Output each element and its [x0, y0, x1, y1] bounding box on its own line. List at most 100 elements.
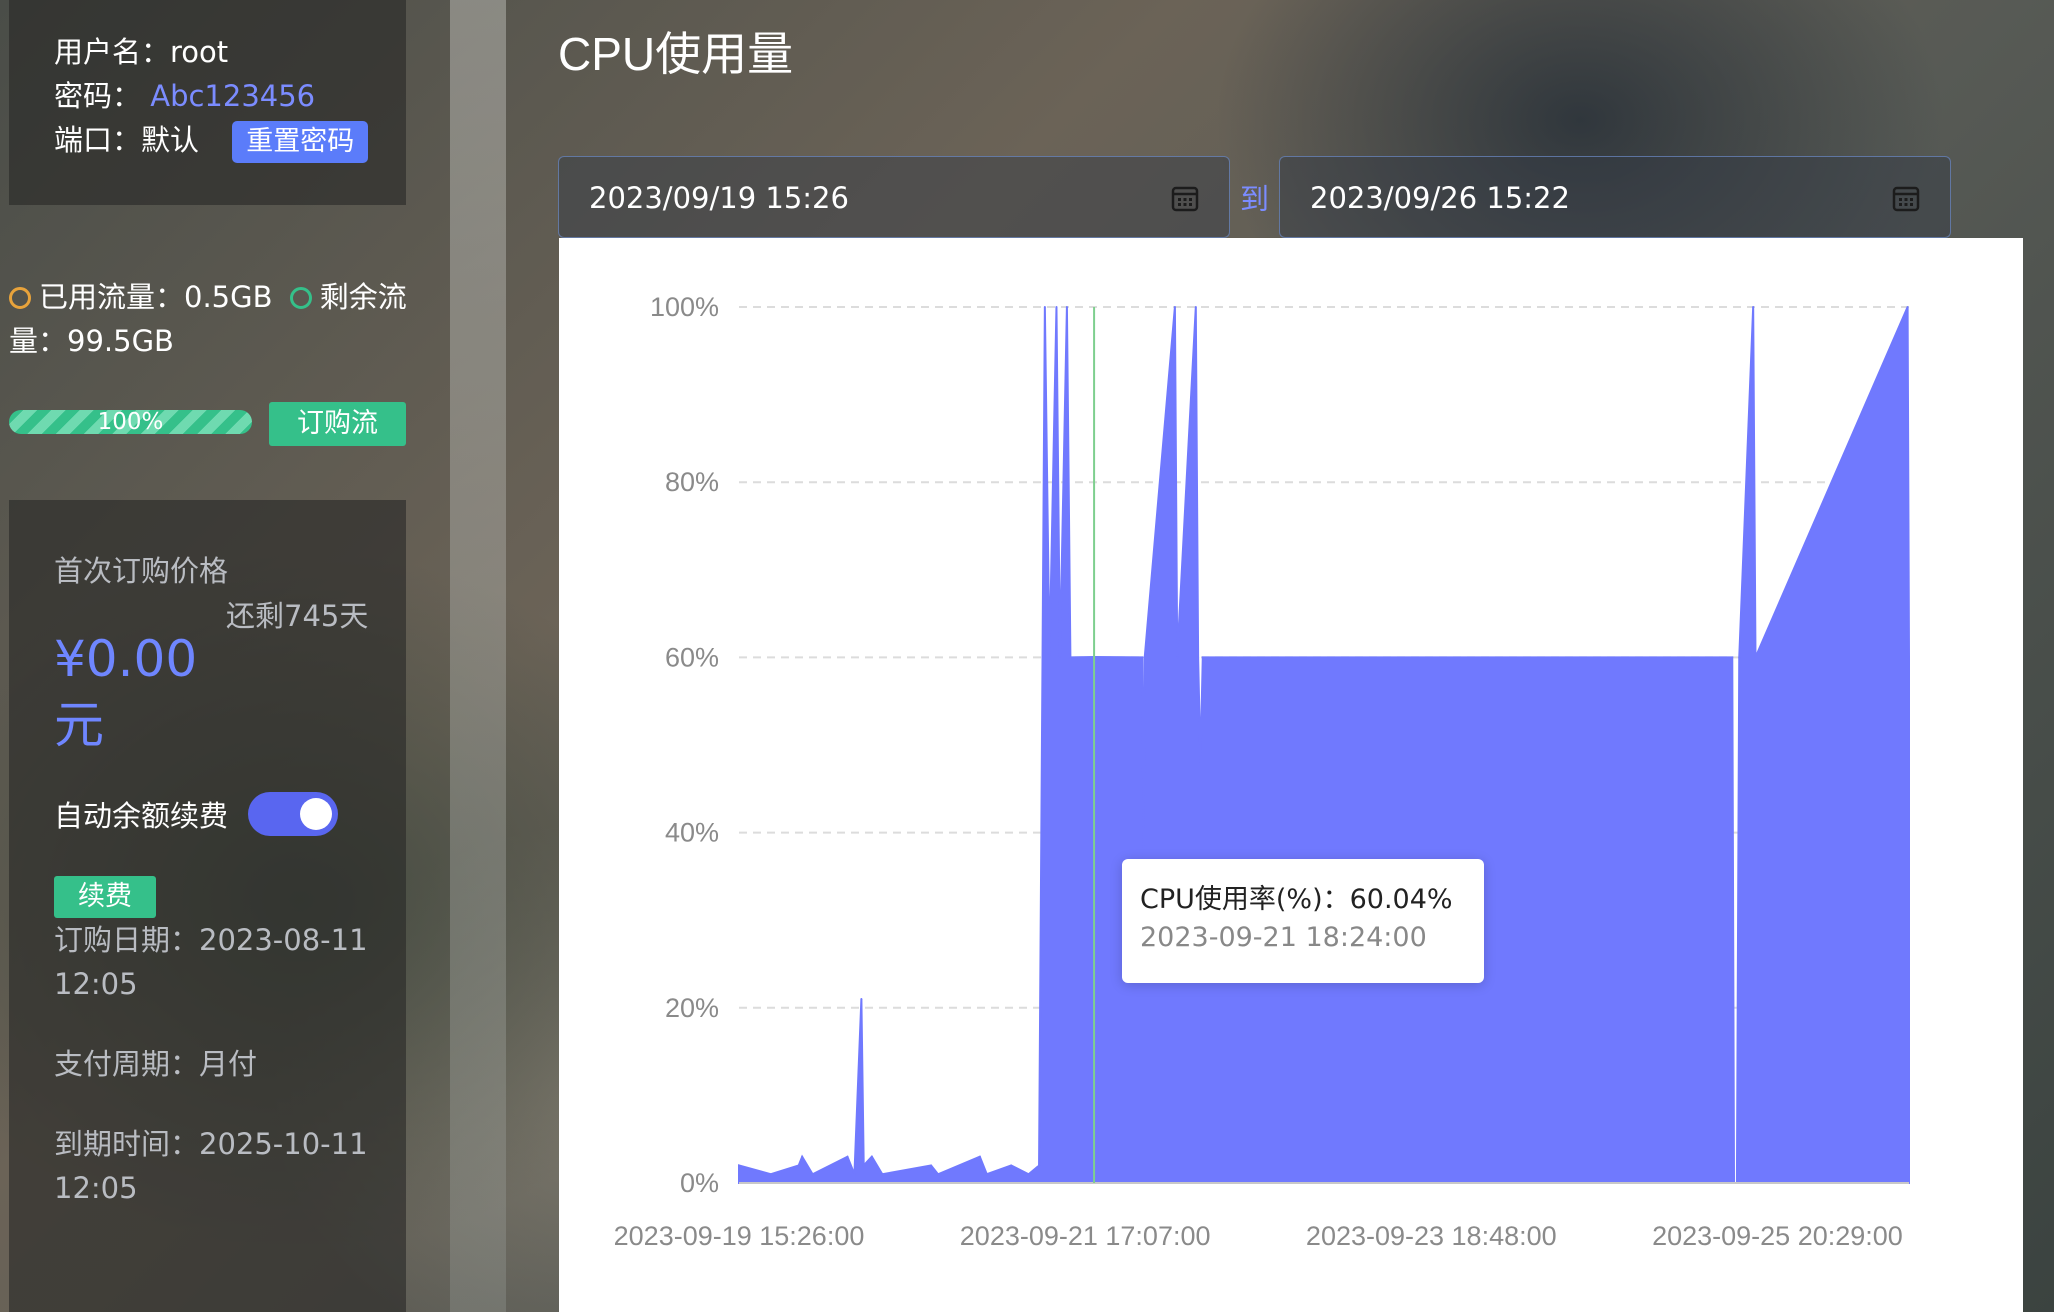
- price-line-1: ¥0.00: [54, 630, 198, 688]
- data-point: [1046, 481, 1049, 484]
- data-point: [1038, 1164, 1041, 1167]
- data-point: [1173, 306, 1176, 308]
- data-point: [801, 1155, 804, 1158]
- used-traffic-value: 0.5GB: [184, 280, 273, 314]
- order-date: 订购日期：2023-08-11 12:05: [54, 918, 406, 1006]
- chart-tooltip: CPU使用率(%)：60.04% 2023-09-21 18:24:00: [1122, 859, 1484, 983]
- price-amount: ¥0.00 元: [54, 626, 406, 758]
- data-point: [1041, 656, 1044, 659]
- data-point: [1010, 1164, 1013, 1167]
- data-point: [1752, 306, 1755, 308]
- password-row: 密码： Abc123456: [54, 74, 406, 118]
- date-to-input[interactable]: 2023/09/26 15:22: [1279, 156, 1951, 238]
- data-point: [1908, 656, 1910, 659]
- expire-date: 到期时间：2025-10-11 12:05: [54, 1122, 406, 1210]
- data-point: [769, 1173, 772, 1176]
- background-strip: [450, 0, 506, 1312]
- date-range-separator: 到: [1240, 182, 1270, 216]
- cpu-chart-svg: 0% 20% 40% 60% 80% 100% 2023-09-19 15:26:00 202…: [614, 292, 1910, 1251]
- page-title: CPU使用量: [558, 28, 794, 80]
- data-point: [978, 1155, 981, 1158]
- data-point: [862, 1164, 865, 1167]
- data-point: [1194, 306, 1197, 308]
- cpu-chart: 0% 20% 40% 60% 80% 100% 2023-09-19 15:26:00 202…: [559, 238, 2023, 1312]
- renew-button[interactable]: 续费: [54, 876, 156, 918]
- port-row: 端口：默认 重置密码: [54, 118, 406, 163]
- cpu-usage-area: [738, 306, 1910, 1184]
- used-traffic-dot-icon: [9, 287, 31, 309]
- data-point: [860, 998, 863, 1001]
- data-point: [811, 1173, 814, 1176]
- pay-cycle: 支付周期：月付: [54, 1047, 258, 1081]
- data-point: [1201, 656, 1204, 659]
- password-value[interactable]: Abc123456: [150, 79, 315, 113]
- data-point: [1143, 656, 1146, 659]
- y-tick-label: 40%: [665, 818, 719, 848]
- reset-password-button[interactable]: 重置密码: [232, 121, 369, 163]
- price-line-2: 元: [54, 696, 104, 754]
- data-point: [1197, 656, 1200, 659]
- data-point: [1141, 656, 1144, 659]
- data-point: [1043, 306, 1046, 308]
- data-point: [1738, 656, 1741, 659]
- data-point: [1754, 656, 1757, 659]
- date-to-value: 2023/09/26 15:22: [1310, 181, 1570, 215]
- data-point: [1069, 656, 1072, 659]
- port-value: 默认: [141, 123, 200, 157]
- data-point: [1199, 761, 1202, 764]
- data-point: [1731, 656, 1734, 659]
- remaining-traffic-label-cont: 量：: [9, 324, 68, 358]
- data-point: [738, 1164, 740, 1167]
- username-row: 用户名：root: [54, 30, 406, 74]
- subscription-card: 首次订购价格 还剩745天 ¥0.00 元 自动余额续费 续费 订购日期：202…: [9, 500, 406, 1312]
- y-tick-label: 0%: [680, 1168, 719, 1198]
- data-point: [1027, 1173, 1030, 1176]
- calendar-icon[interactable]: [1171, 184, 1199, 212]
- data-point: [985, 1173, 988, 1176]
- order-date-label: 订购日期：2023-08-11: [54, 923, 368, 957]
- y-tick-label: 100%: [650, 292, 719, 322]
- used-traffic-label: 已用流量：: [39, 280, 185, 314]
- x-tick-label: 2023-09-25 20:29:00: [1652, 1221, 1903, 1251]
- data-point: [846, 1155, 849, 1158]
- date-from-input[interactable]: 2023/09/19 15:26: [558, 156, 1230, 238]
- expire-date-time: 12:05: [54, 1171, 138, 1205]
- first-price-label: 首次订购价格: [54, 554, 229, 588]
- data-point: [797, 1164, 800, 1167]
- auto-renew-row: 自动余额续费: [54, 792, 406, 836]
- data-point: [853, 1173, 856, 1176]
- data-point: [870, 1155, 873, 1158]
- calendar-icon[interactable]: [1892, 184, 1920, 212]
- data-point: [1058, 656, 1061, 659]
- data-point: [1055, 306, 1058, 308]
- x-tick-label: 2023-09-21 17:07:00: [960, 1221, 1211, 1251]
- data-point: [937, 1173, 940, 1176]
- remaining-traffic-label: 剩余流: [319, 280, 407, 314]
- data-point: [1906, 306, 1909, 308]
- traffic-progress-bar: 100%: [9, 410, 252, 434]
- traffic-summary: 已用流量：0.5GB 剩余流 量：99.5GB: [9, 275, 409, 363]
- remaining-traffic-value: 99.5GB: [67, 324, 174, 358]
- x-tick-label: 2023-09-23 18:48:00: [1306, 1221, 1557, 1251]
- x-tick-label: 2023-09-19 15:26:00: [614, 1221, 865, 1251]
- auto-renew-toggle[interactable]: [248, 792, 339, 836]
- y-tick-label: 80%: [665, 467, 719, 497]
- username-label: 用户名：: [54, 35, 171, 69]
- data-point: [930, 1164, 933, 1167]
- password-label: 密码：: [54, 79, 142, 113]
- auto-renew-label: 自动余额续费: [54, 799, 229, 833]
- date-from-value: 2023/09/19 15:26: [589, 181, 849, 215]
- traffic-progress-text: 100%: [97, 410, 164, 434]
- buy-traffic-button[interactable]: 订购流: [269, 402, 406, 446]
- tooltip-value: CPU使用率(%)：60.04%: [1140, 884, 1453, 915]
- expire-date-label: 到期时间：2025-10-11: [54, 1127, 368, 1161]
- account-card: 用户名：root 密码： Abc123456 端口：默认 重置密码: [9, 0, 406, 205]
- username-value: root: [170, 35, 229, 69]
- remaining-traffic-dot-icon: [289, 287, 312, 309]
- data-point: [1176, 656, 1179, 659]
- tooltip-time: 2023-09-21 18:24:00: [1140, 922, 1427, 953]
- y-tick-label: 60%: [665, 642, 719, 672]
- port-label: 端口：: [54, 123, 142, 157]
- data-point: [881, 1173, 884, 1176]
- days-left: 还剩745天: [226, 599, 369, 633]
